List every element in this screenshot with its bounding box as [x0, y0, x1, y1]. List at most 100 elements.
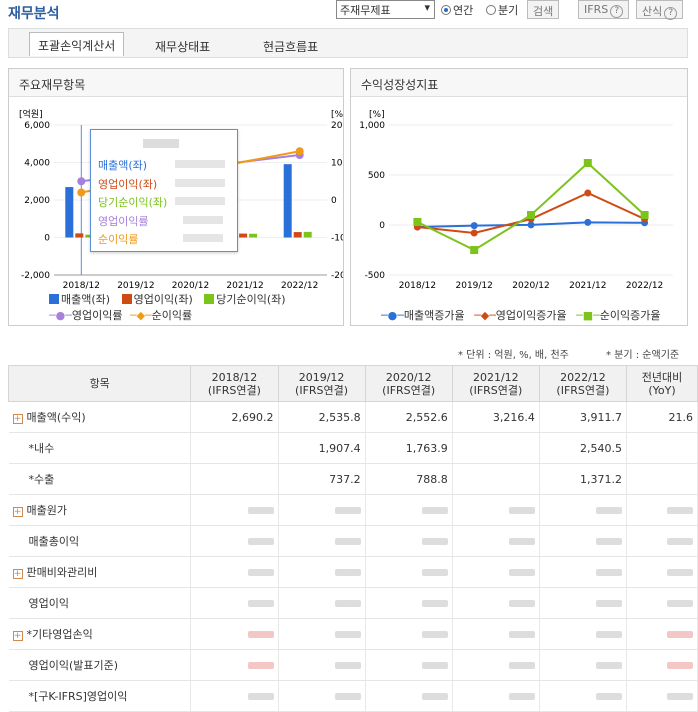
table-row: 영업이익	[8, 587, 698, 619]
table-cell: 1,371.2	[539, 463, 628, 495]
y2-tick-label: 10	[331, 159, 343, 169]
x-tick-label: 2018/12	[399, 281, 436, 291]
table-cell	[539, 618, 628, 650]
table-cell	[365, 587, 453, 619]
table-cell	[452, 494, 540, 526]
expand-icon[interactable]: +	[12, 569, 23, 579]
row-label: *내수	[8, 432, 192, 464]
bar-revenue	[283, 164, 292, 238]
table-cell	[539, 556, 628, 588]
question-icon: ?	[610, 5, 624, 18]
row-label[interactable]: + 매출액(수익)	[8, 401, 192, 433]
y-tick-label: 0	[379, 221, 385, 231]
quarter-note: * 분기 : 순액기준	[606, 350, 680, 361]
chart2-legend: ─●─매출액증가율 ─◆─영업이익증가율 ─■─순이익증가율	[381, 309, 661, 322]
table-cell	[452, 463, 540, 495]
table-cell	[190, 680, 279, 712]
search-button[interactable]: 검색	[527, 0, 560, 19]
table-cell	[278, 680, 366, 712]
x-tick-label: 2021/12	[226, 281, 263, 291]
table-cell	[278, 649, 366, 681]
expand-icon[interactable]: +	[12, 631, 23, 641]
tab-balance-sheet[interactable]: 재무상태표	[147, 34, 218, 58]
row-label: *[구K-IFRS]영업이익	[8, 680, 192, 712]
row-label[interactable]: + 매출원가	[8, 494, 192, 526]
table-cell	[626, 525, 698, 557]
formula-help-button[interactable]: 산식?	[636, 0, 684, 20]
tab-income-statement[interactable]: 포괄손익계산서	[29, 32, 125, 56]
column-header: 항목	[7, 365, 192, 402]
y-tick-label: 0	[44, 234, 50, 244]
quarter-radio[interactable]: 분기	[486, 2, 518, 18]
table-cell	[452, 556, 540, 588]
table-cell	[190, 525, 279, 557]
table-cell	[452, 680, 540, 712]
page-title: 재무분석	[8, 6, 60, 22]
income-statement-table: 항목 2018/12 (IFRS연결) 2019/12 (IFRS연결) 2020/12(…	[7, 365, 698, 712]
x-tick-label: 2018/12	[63, 281, 100, 291]
point-net-margin	[77, 188, 86, 197]
y-tick-label: 1,000	[359, 121, 385, 131]
row-label: *수출	[8, 463, 192, 495]
table-row: 매출총이익	[8, 525, 698, 557]
table-cell	[278, 587, 366, 619]
line-net-growth	[416, 161, 646, 252]
x-tick-label: 2022/12	[626, 281, 663, 291]
y-tick-label: 6,000	[24, 121, 50, 131]
table-row: + 매출원가	[8, 494, 698, 526]
table-cell: 3,911.7	[539, 401, 628, 433]
table-cell	[365, 525, 453, 557]
table-cell	[190, 556, 279, 588]
table-cell	[452, 432, 540, 464]
row-label: 영업이익(발표기준)	[8, 649, 192, 681]
table-cell: 737.2	[278, 463, 366, 495]
column-header: 2022/12 (IFRS연결)	[538, 365, 628, 402]
x-tick-label: 2020/12	[512, 281, 549, 291]
y2-tick-label: -20	[331, 271, 343, 281]
ifrs-help-button[interactable]: IFRS?	[578, 0, 630, 19]
table-row: *수출 737.2 788.8 1,371.2	[8, 463, 698, 495]
x-tick-label: 2019/12	[117, 281, 154, 291]
table-cell: 1,907.4	[278, 432, 366, 464]
y-tick-label: 2,000	[24, 196, 50, 206]
table-cell	[190, 432, 279, 464]
table-cell	[365, 556, 453, 588]
table-cell	[278, 618, 366, 650]
table-cell	[626, 432, 698, 464]
bar-op-income	[239, 233, 248, 238]
y-tick-label: 500	[368, 171, 385, 181]
point-net-margin	[295, 147, 304, 156]
point-sales-growth	[470, 222, 478, 230]
point-net-growth	[583, 159, 592, 167]
tab-cash-flow[interactable]: 현금흐름표	[255, 34, 326, 58]
annual-radio[interactable]: 연간	[441, 2, 473, 18]
row-label: 영업이익	[8, 587, 192, 619]
expand-icon[interactable]: +	[12, 507, 23, 517]
table-cell	[539, 587, 628, 619]
table-cell	[452, 649, 540, 681]
row-label: 매출총이익	[8, 525, 192, 557]
table-row: + 매출액(수익) 2,690.2 2,535.8 2,552.6 3,216.4 3,91…	[8, 401, 698, 433]
row-label[interactable]: + *기타영업손익	[8, 618, 192, 650]
row-label[interactable]: + 판매비와관리비	[8, 556, 192, 588]
panel-title: 수익성장성지표	[351, 69, 687, 97]
point-op-growth	[470, 229, 478, 237]
column-header: 2019/12 (IFRS연결)	[277, 365, 366, 402]
column-header: 2018/12 (IFRS연결)	[190, 365, 279, 402]
table-cell	[365, 649, 453, 681]
point-op-growth	[584, 189, 592, 197]
table-cell	[452, 587, 540, 619]
statement-select[interactable]: 주재무제표 ▾	[336, 0, 435, 19]
table-cell	[626, 680, 698, 712]
table-cell	[278, 525, 366, 557]
bar-net-income	[303, 231, 312, 238]
y-axis-unit: [%]	[369, 110, 385, 120]
table-row: + 판매비와관리비	[8, 556, 698, 588]
y-tick-label: -2,000	[21, 271, 50, 281]
table-cell	[626, 649, 698, 681]
y-tick-label: 4,000	[24, 159, 50, 169]
chart-tooltip: 매출액(좌) 영업이익(좌) 당기순이익(좌) 영업이익률 순이익률	[90, 129, 238, 252]
radio-unchecked-icon	[486, 5, 496, 15]
table-cell	[190, 649, 279, 681]
expand-icon[interactable]: +	[12, 414, 23, 424]
